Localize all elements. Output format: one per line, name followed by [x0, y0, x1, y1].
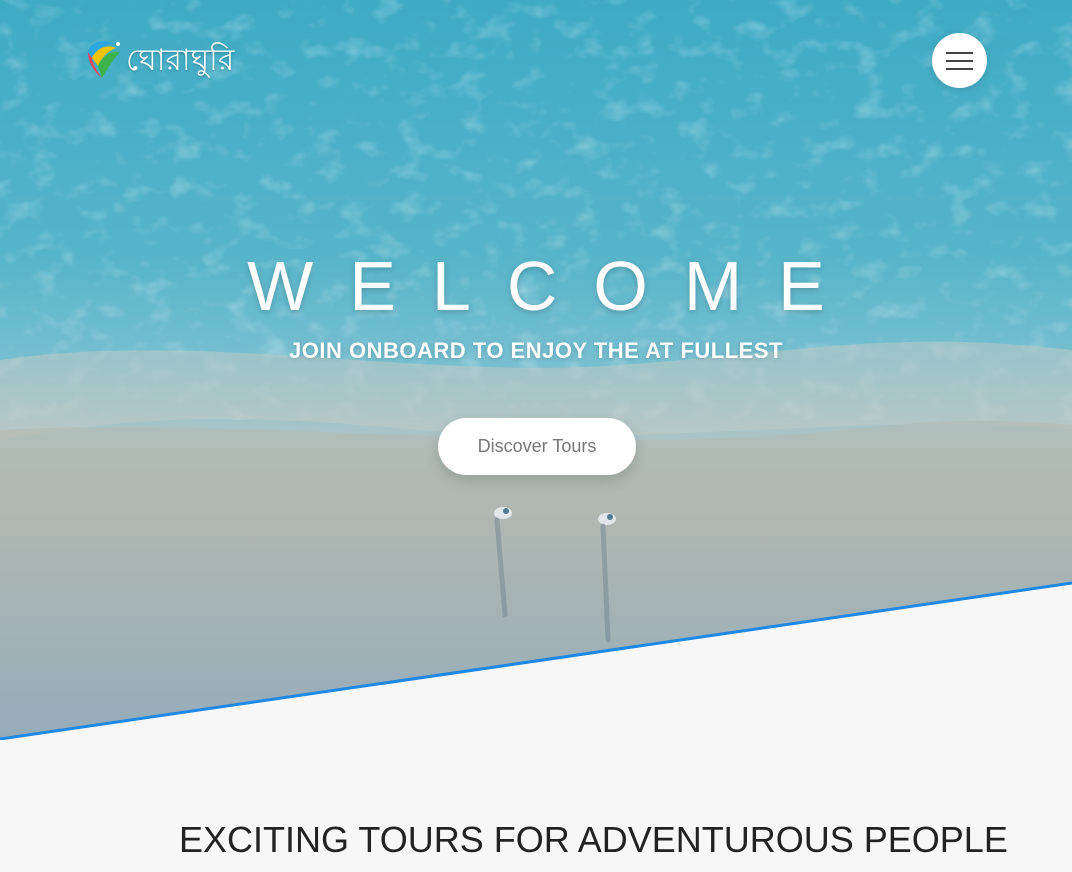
hero-subtitle: JOIN ONBOARD TO ENJOY THE AT FULLEST: [289, 338, 783, 363]
page: ঘোরাঘুরি WELCOME JOIN ONBOARD TO ENJOY T…: [0, 0, 1072, 872]
site-logo[interactable]: ঘোরাঘুরি: [84, 38, 234, 80]
hero-beach-image: [0, 0, 1072, 740]
hamburger-line: [946, 60, 973, 62]
logo-text: ঘোরাঘুরি: [126, 43, 235, 78]
section-heading: EXCITING TOURS FOR ADVENTUROUS PEOPLE: [179, 819, 1008, 860]
discover-tours-button[interactable]: Discover Tours: [438, 418, 636, 475]
menu-button[interactable]: [932, 33, 987, 88]
logo-icon: [88, 41, 120, 78]
hamburger-line: [946, 68, 973, 70]
hero-section: ঘোরাঘুরি WELCOME JOIN ONBOARD TO ENJOY T…: [0, 0, 1072, 740]
hamburger-menu-icon: [946, 52, 973, 54]
hero-title: WELCOME: [247, 247, 861, 325]
